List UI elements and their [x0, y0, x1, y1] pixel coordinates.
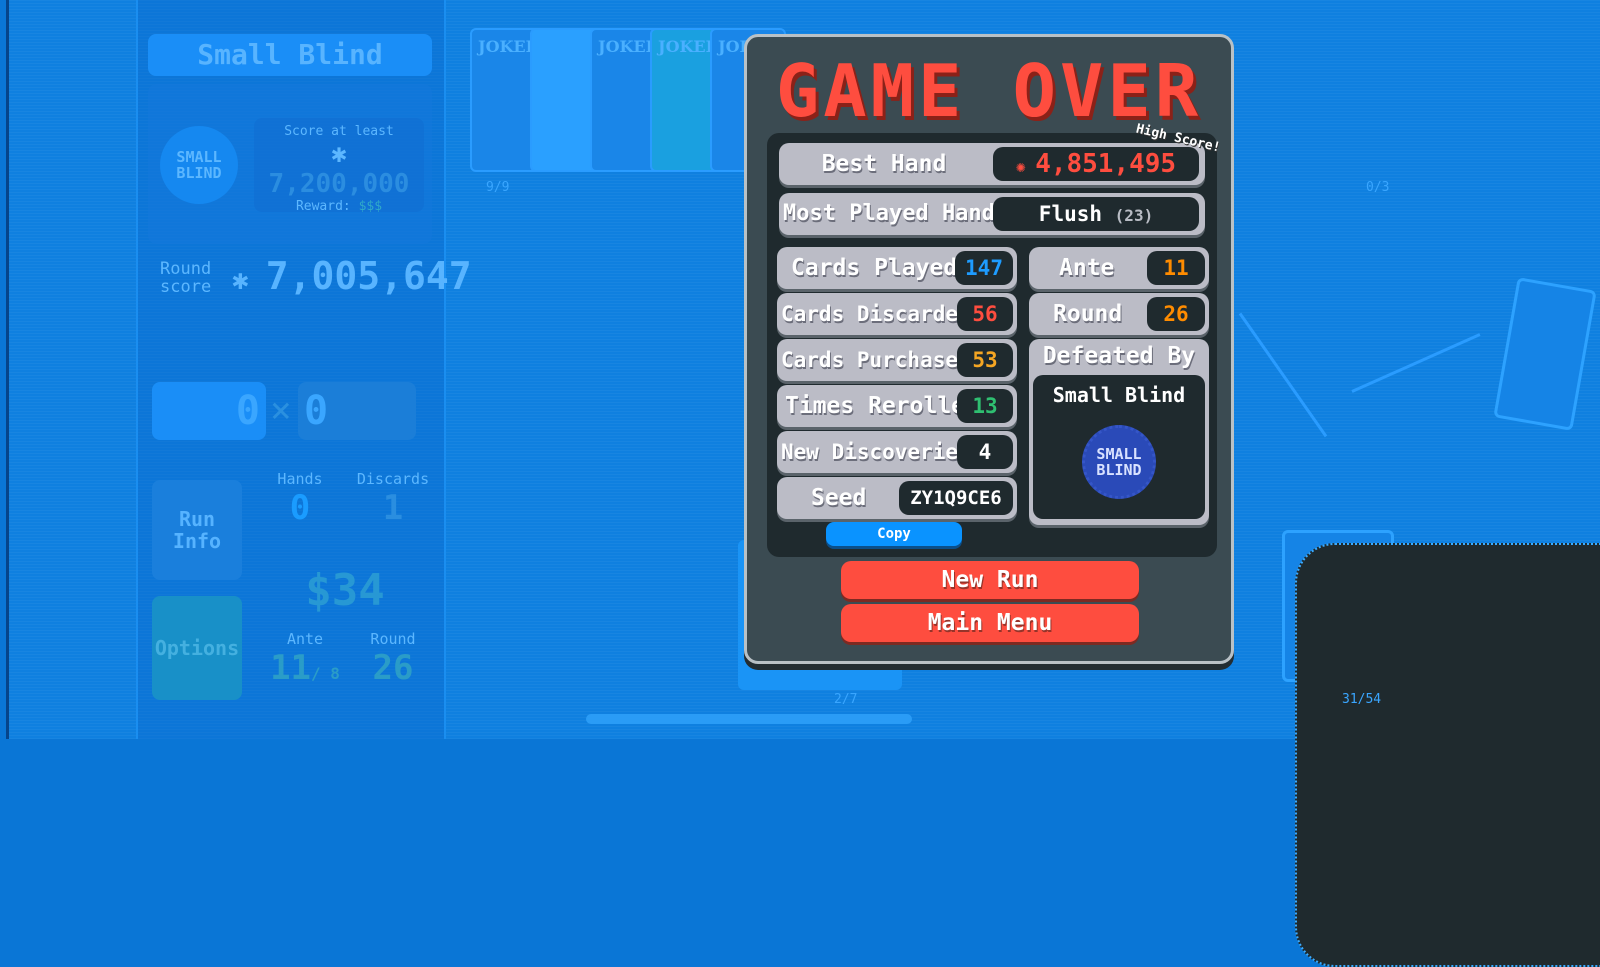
round-score: 7,005,647	[265, 254, 472, 298]
game-over-title: GAME OVER	[775, 49, 1203, 133]
stat-label: New Discoveries	[781, 440, 971, 464]
stat-row: Cards Purchased 53	[777, 339, 1017, 381]
chip-icon: ✱	[232, 263, 266, 296]
discards-label: Discards	[356, 470, 430, 488]
stat-label: Cards Discarded	[781, 302, 971, 326]
deck-count: 31/54	[1342, 692, 1382, 707]
hands-value: 0	[289, 488, 311, 528]
options-label: Options	[154, 636, 240, 660]
round-value: 26	[1147, 297, 1205, 331]
defeated-by-panel: Defeated By Small Blind SMALL BLIND	[1029, 339, 1209, 525]
chip-icon: ✱	[331, 139, 347, 169]
round-label: Round	[370, 630, 416, 648]
run-info-button[interactable]: Run Info	[152, 480, 242, 580]
most-played-count: (23)	[1114, 206, 1154, 225]
main-menu-button[interactable]: Main Menu	[841, 604, 1139, 642]
most-played-label: Most Played Hand	[783, 201, 995, 226]
best-hand-label: Best Hand	[821, 151, 947, 177]
stats-panel: Best Hand ✺ 4,851,495 Most Played Hand F…	[767, 133, 1217, 557]
defeated-by-name: Small Blind	[1052, 383, 1186, 407]
stat-value: 147	[955, 251, 1013, 285]
consumable-count: 0/3	[1366, 180, 1390, 195]
money-display: $34	[305, 565, 385, 616]
chip-icon: ✺	[1015, 157, 1036, 176]
round-value: 26	[372, 648, 414, 688]
stat-row: Cards Played 147	[777, 247, 1017, 289]
stat-label: Cards Purchased	[781, 348, 971, 372]
small-blind-chip-icon: SMALL BLIND	[1082, 425, 1156, 499]
ante-stat: Ante 11/ 8	[262, 630, 348, 688]
deck-pile[interactable]	[1282, 530, 1600, 967]
discards-stat: Discards 1	[350, 470, 436, 528]
multiply-icon: ×	[270, 390, 292, 431]
reward-value: $$$	[358, 199, 383, 214]
card-back-pattern	[1295, 543, 1600, 967]
run-info-label: Run Info	[172, 507, 222, 553]
new-run-button[interactable]: New Run	[841, 561, 1139, 599]
score-target: 7,200,000	[268, 169, 410, 199]
ante-value: 11	[270, 648, 312, 688]
ante-label: Ante	[286, 630, 324, 648]
joker-card-label: JOKER	[598, 37, 659, 56]
hands-label: Hands	[277, 470, 323, 488]
blind-title: Small Blind	[148, 34, 432, 76]
joker-area: JOKER JOKER JOKER JOKER	[470, 28, 786, 178]
joker-card-label: JOKER	[718, 38, 779, 55]
joker-card-label: JOKER	[658, 37, 719, 56]
stat-label: Times Rerolled	[785, 393, 979, 419]
stat-value: 56	[957, 297, 1013, 331]
score-target-box: Score at least ✱ 7,200,000 Reward: $$$	[254, 118, 424, 214]
joker-count: 9/9	[486, 180, 510, 195]
options-button[interactable]: Options	[152, 596, 242, 700]
blind-chip-label: SMALL BLIND	[176, 148, 222, 182]
round-row: Round 26	[1029, 293, 1209, 335]
joker-card-label: JOKER	[478, 37, 539, 56]
round-label: Round	[1053, 301, 1123, 327]
stat-row: New Discoveries 4	[777, 431, 1017, 473]
best-hand-value: 4,851,495	[1035, 149, 1177, 179]
most-played-value: Flush	[1038, 202, 1103, 226]
stat-row: Cards Discarded 56	[777, 293, 1017, 335]
reward-label: Reward:	[295, 199, 351, 214]
blind-chip-label: SMALL BLIND	[1096, 445, 1142, 479]
hands-stat: Hands 0	[262, 470, 338, 528]
round-stat: Round 26	[350, 630, 436, 688]
stat-value: 13	[957, 389, 1013, 423]
stat-row: Times Rerolled 13	[777, 385, 1017, 427]
small-blind-chip-icon: SMALL BLIND	[160, 126, 238, 204]
copy-seed-button[interactable]: Copy	[826, 522, 962, 546]
stat-value: 4	[957, 435, 1013, 469]
ante-row: Ante 11	[1029, 247, 1209, 289]
ante-label: Ante	[1059, 255, 1115, 281]
seed-value[interactable]: ZY1Q9CE6	[899, 481, 1013, 515]
chips-value: 0	[152, 382, 266, 440]
hand-count: 2/7	[834, 692, 858, 707]
defeated-by-label: Defeated By	[1042, 343, 1196, 369]
most-played-row: Most Played Hand Flush (23)	[779, 193, 1205, 235]
chips-mult-display: 0 × 0	[148, 378, 432, 446]
best-hand-row: Best Hand ✺ 4,851,495	[779, 143, 1205, 185]
round-score-label: Round score	[160, 259, 212, 297]
seed-row: Seed ZY1Q9CE6	[777, 477, 1017, 519]
stat-label: Cards Played	[791, 255, 958, 281]
score-at-least-label: Score at least	[284, 124, 394, 139]
mult-value: 0	[298, 382, 416, 440]
hand-scrollbar[interactable]	[586, 714, 912, 724]
seed-label: Seed	[811, 485, 867, 511]
discards-value: 1	[382, 488, 404, 528]
stat-value: 53	[957, 343, 1013, 377]
ante-max: / 8	[311, 664, 340, 683]
ante-value: 11	[1147, 251, 1205, 285]
